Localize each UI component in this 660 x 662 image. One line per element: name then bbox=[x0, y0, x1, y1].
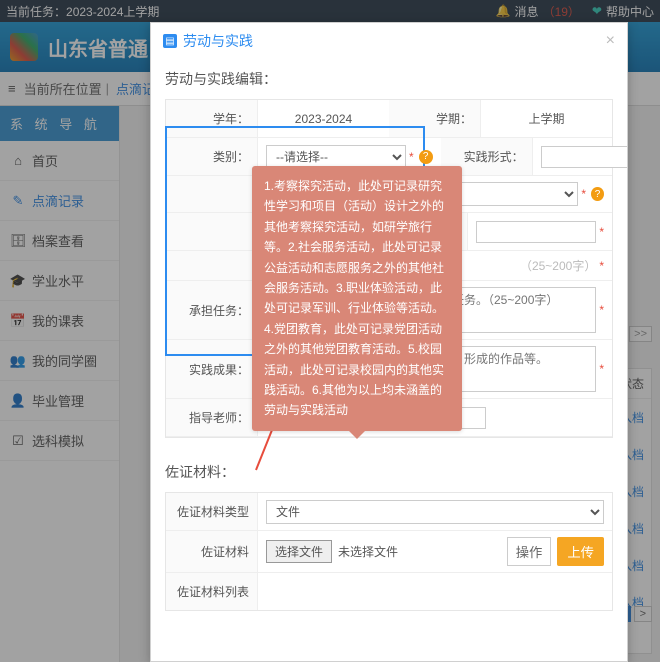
labor-practice-dialog: ▤ 劳动与实践 × 劳动与实践编辑： 学年： 2023-2024 学期： 上学期… bbox=[150, 22, 628, 662]
year-value: 2023-2024 bbox=[258, 100, 389, 137]
form-input[interactable] bbox=[541, 146, 627, 168]
category-select[interactable]: --请选择-- bbox=[266, 145, 406, 169]
upload-button[interactable]: 上传 bbox=[557, 537, 604, 566]
evidence-list-label: 佐证材料列表 bbox=[166, 573, 258, 610]
operate-button[interactable]: 操作 bbox=[507, 537, 552, 566]
choose-file-button[interactable]: 选择文件 bbox=[266, 540, 332, 563]
category-tooltip: 1.考察探究活动，此处可记录研究性学习和项目（活动）设计之外的其他考察探究活动，… bbox=[252, 166, 462, 431]
document-icon: ▤ bbox=[163, 34, 177, 48]
task-label: 承担任务： bbox=[166, 281, 258, 339]
evidence-section-title: 佐证材料： bbox=[165, 456, 613, 492]
char-hint: （25~200字） bbox=[520, 257, 596, 274]
evidence-type-select[interactable]: 文件 bbox=[266, 500, 604, 524]
term-label: 学期： bbox=[389, 100, 481, 137]
result-label: 实践成果： bbox=[166, 340, 258, 398]
no-file-text: 未选择文件 bbox=[338, 543, 398, 560]
evidence-file-label: 佐证材料 bbox=[166, 531, 258, 572]
endtime-input[interactable] bbox=[476, 221, 596, 243]
theme-label bbox=[166, 176, 258, 212]
dialog-title: 劳动与实践 bbox=[183, 31, 253, 51]
term-value: 上学期 bbox=[481, 100, 612, 137]
year-label: 学年： bbox=[166, 100, 258, 137]
teacher-label: 指导老师： bbox=[166, 399, 258, 436]
close-icon[interactable]: × bbox=[606, 32, 615, 50]
evidence-type-label: 佐证材料类型 bbox=[166, 493, 258, 530]
required-mark: * bbox=[409, 150, 414, 164]
edit-section-title: 劳动与实践编辑： bbox=[165, 63, 613, 99]
help-icon[interactable]: ? bbox=[591, 187, 604, 201]
help-icon[interactable]: ? bbox=[419, 150, 433, 164]
category-label: 类别： bbox=[166, 138, 258, 175]
